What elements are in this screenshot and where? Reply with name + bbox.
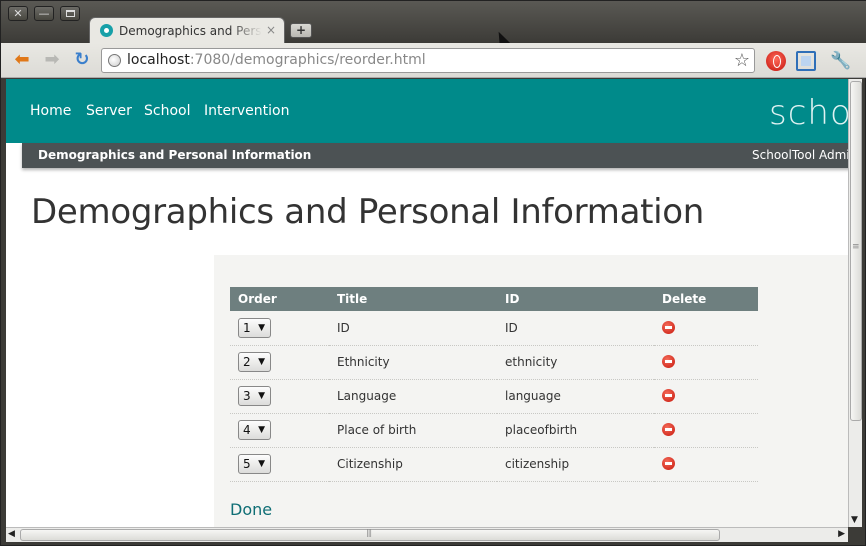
order-value: 2 xyxy=(243,355,251,369)
table-row: 3 ▼ Language language xyxy=(230,379,758,414)
browser-window: ✕ — Demographics and Personal Informatio… xyxy=(0,0,866,546)
delete-icon[interactable] xyxy=(662,389,675,402)
new-tab-button[interactable]: + xyxy=(290,23,312,38)
table-row: 2 ▼ Ethnicity ethnicity xyxy=(230,345,758,380)
order-select[interactable]: 4 ▼ xyxy=(238,420,271,440)
site-brand[interactable]: schoo xyxy=(769,93,848,133)
vertical-scrollbar[interactable]: ▼ xyxy=(848,79,862,527)
maximize-icon xyxy=(65,10,75,17)
dropdown-caret-icon: ▼ xyxy=(258,322,265,333)
reorder-table: Order Title ID Delete 1 ▼ ID ID 2 ▼ Ethn… xyxy=(230,287,758,482)
row-title: Place of birth xyxy=(329,413,497,448)
reload-icon[interactable]: ↻ xyxy=(71,50,93,70)
page-viewport: Home Server School Intervention schoo De… xyxy=(6,79,848,527)
column-header-id: ID xyxy=(497,287,654,311)
dropdown-caret-icon: ▼ xyxy=(258,459,265,469)
page-title: Demographics and Personal Information xyxy=(31,192,705,232)
wrench-icon[interactable]: 🔧 xyxy=(830,51,851,71)
column-header-title: Title xyxy=(329,287,497,311)
done-link[interactable]: Done xyxy=(230,500,272,519)
url-host: localhost xyxy=(127,52,190,68)
address-bar[interactable]: localhost:7080/demographics/reorder.html… xyxy=(101,48,755,73)
order-value: 5 xyxy=(243,457,251,471)
horizontal-scrollbar[interactable]: ◀ ▶ xyxy=(6,527,848,542)
table-header-row: Order Title ID Delete xyxy=(230,287,758,311)
row-id: placeofbirth xyxy=(497,413,654,448)
back-arrow-icon[interactable]: ⬅ xyxy=(11,50,33,70)
table-row: 4 ▼ Place of birth placeofbirth xyxy=(230,413,758,448)
dropdown-caret-icon: ▼ xyxy=(258,357,265,367)
dropdown-caret-icon: ▼ xyxy=(258,391,265,401)
window-close-button[interactable]: ✕ xyxy=(8,6,28,21)
nav-intervention[interactable]: Intervention xyxy=(204,103,289,119)
forward-arrow-icon[interactable]: ➡ xyxy=(41,50,63,70)
nav-home[interactable]: Home xyxy=(30,103,71,119)
order-select[interactable]: 1 ▼ xyxy=(238,317,271,338)
opera-icon[interactable] xyxy=(766,51,786,71)
site-header: Home Server School Intervention schoo xyxy=(6,79,848,143)
favicon-icon xyxy=(100,24,113,37)
row-id: language xyxy=(497,379,654,414)
column-header-delete: Delete xyxy=(654,287,758,311)
main-content: Order Title ID Delete 1 ▼ ID ID 2 ▼ Ethn… xyxy=(214,255,848,527)
bookmark-star-icon[interactable]: ☆ xyxy=(734,50,750,71)
order-value: 1 xyxy=(243,320,251,335)
row-title: ID xyxy=(329,311,497,346)
nav-server[interactable]: Server xyxy=(86,103,132,119)
scroll-down-icon[interactable]: ▼ xyxy=(851,515,858,525)
order-value: 4 xyxy=(243,423,251,437)
window-minimize-button[interactable]: — xyxy=(34,6,54,21)
order-select[interactable]: 3 ▼ xyxy=(238,386,271,406)
close-icon: ✕ xyxy=(13,7,23,20)
row-id: ethnicity xyxy=(497,345,654,380)
row-title: Citizenship xyxy=(329,447,497,482)
tab-close-icon[interactable]: × xyxy=(266,23,276,37)
vertical-scroll-thumb[interactable] xyxy=(850,81,862,421)
scroll-right-icon[interactable]: ▶ xyxy=(838,529,845,539)
fullscreen-icon[interactable] xyxy=(796,51,816,71)
column-header-order: Order xyxy=(230,287,329,311)
table-row: 1 ▼ ID ID xyxy=(230,311,758,346)
horizontal-scroll-thumb[interactable] xyxy=(20,528,720,541)
minimize-icon: — xyxy=(38,7,50,20)
tab-title-fade xyxy=(230,22,262,40)
delete-icon[interactable] xyxy=(662,423,675,436)
dropdown-caret-icon: ▼ xyxy=(258,425,265,435)
browser-toolbar: ⬅ ➡ ↻ localhost:7080/demographics/reorde… xyxy=(1,43,866,78)
scroll-left-icon[interactable]: ◀ xyxy=(8,529,15,539)
nav-school[interactable]: School xyxy=(144,103,190,119)
order-value: 3 xyxy=(243,389,251,403)
row-id: citizenship xyxy=(497,447,654,482)
delete-icon[interactable] xyxy=(662,355,675,368)
url-path: :7080/demographics/reorder.html xyxy=(189,52,426,68)
table-row: 5 ▼ Citizenship citizenship xyxy=(230,447,758,482)
browser-tab[interactable]: Demographics and Personal Information × xyxy=(89,17,285,44)
order-select[interactable]: 5 ▼ xyxy=(238,454,271,474)
row-id: ID xyxy=(497,311,654,346)
globe-icon xyxy=(108,54,121,67)
row-title: Ethnicity xyxy=(329,345,497,380)
title-bar: ✕ — Demographics and Personal Informatio… xyxy=(1,1,866,44)
url-text: localhost:7080/demographics/reorder.html xyxy=(127,52,426,68)
delete-icon[interactable] xyxy=(662,320,675,334)
window-maximize-button[interactable] xyxy=(60,6,80,21)
delete-icon[interactable] xyxy=(662,457,675,470)
order-select[interactable]: 2 ▼ xyxy=(238,352,271,372)
row-title: Language xyxy=(329,379,497,414)
breadcrumb-bar: Demographics and Personal Information Sc… xyxy=(22,143,848,168)
user-menu[interactable]: SchoolTool Administrator xyxy=(752,148,848,162)
breadcrumb[interactable]: Demographics and Personal Information xyxy=(38,148,311,162)
